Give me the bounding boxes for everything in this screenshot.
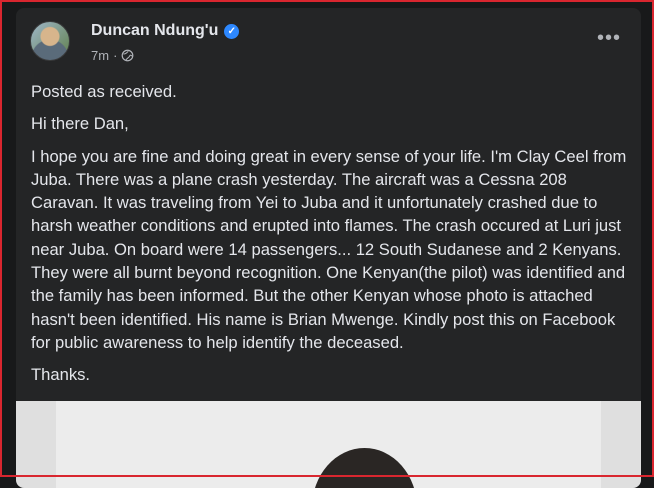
- verified-badge-icon: ✓: [224, 23, 240, 39]
- post-photo[interactable]: [16, 401, 641, 488]
- post-text: Posted as received. Hi there Dan, I hope…: [31, 80, 631, 396]
- post-header: Duncan Ndung'u ✓ 7m · •••: [16, 8, 641, 72]
- post-timestamp[interactable]: 7m: [91, 48, 109, 63]
- person-head-image: [312, 448, 417, 488]
- post-meta: 7m ·: [91, 48, 134, 63]
- photo-content: [56, 401, 601, 488]
- avatar[interactable]: [30, 21, 70, 61]
- author-name[interactable]: Duncan Ndung'u: [91, 22, 218, 40]
- meta-separator: ·: [113, 48, 118, 63]
- paragraph-intro: Posted as received.: [31, 82, 177, 101]
- author-row: Duncan Ndung'u ✓: [91, 22, 240, 40]
- paragraph-message: I hope you are fine and doing great in e…: [31, 146, 627, 352]
- globe-icon[interactable]: [121, 49, 134, 62]
- paragraph-closing: Thanks.: [31, 365, 91, 385]
- more-options-button[interactable]: •••: [597, 28, 621, 48]
- paragraph-greeting: Hi there Dan,: [31, 114, 129, 134]
- post-card: Duncan Ndung'u ✓ 7m · ••• Posted as rece…: [16, 8, 641, 488]
